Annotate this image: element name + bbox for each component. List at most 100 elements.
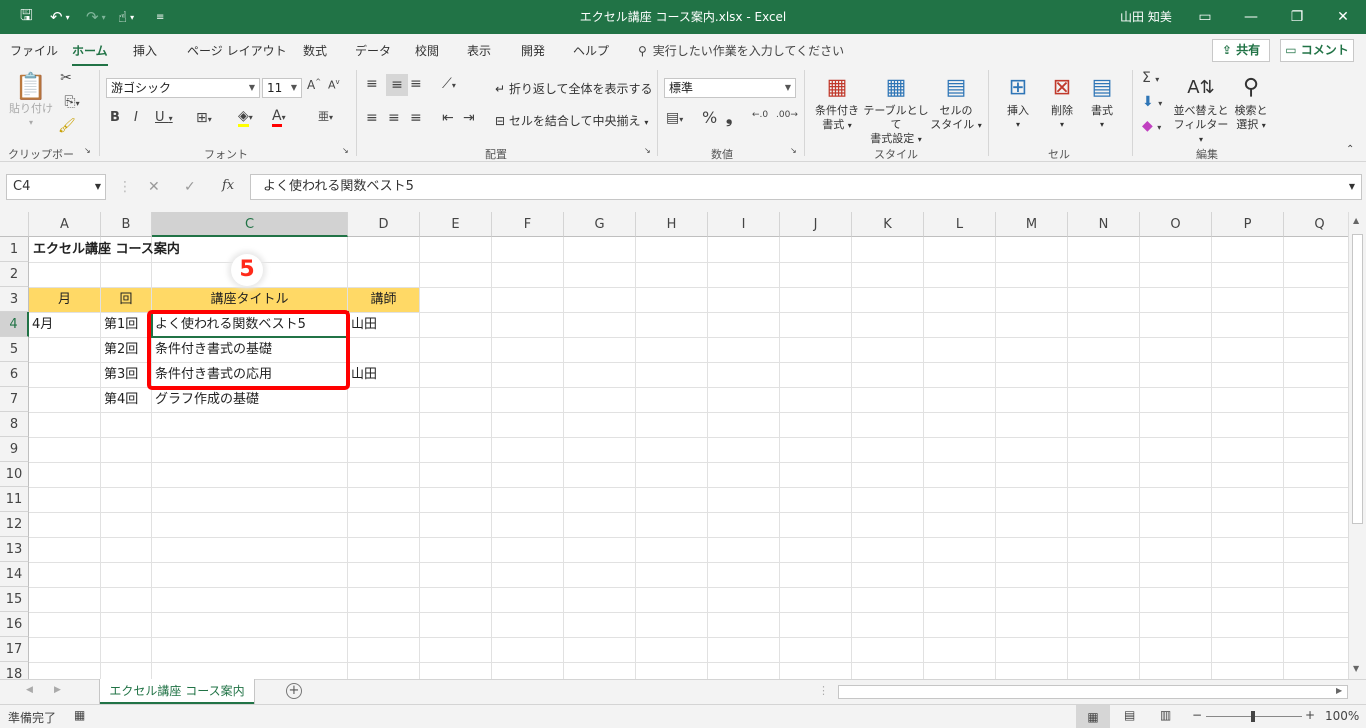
row-header[interactable]: 12 (0, 512, 29, 537)
close-button[interactable]: ✕ (1320, 0, 1366, 34)
horizontal-scrollbar[interactable] (838, 685, 1348, 699)
column-header-i[interactable]: I (708, 212, 780, 237)
page-break-view-icon[interactable]: ▥ (1160, 708, 1171, 722)
row-header[interactable]: 2 (0, 262, 29, 287)
column-header-a[interactable]: A (29, 212, 101, 237)
font-launcher-icon[interactable]: ↘ (342, 146, 349, 155)
column-header-e[interactable]: E (420, 212, 492, 237)
zoom-level[interactable]: 100% (1325, 709, 1359, 723)
column-header-g[interactable]: G (564, 212, 636, 237)
align-bottom-icon[interactable]: ≡ (410, 76, 422, 92)
align-center-icon[interactable]: ≡ (388, 110, 400, 126)
tell-me-search[interactable]: ⚲ 実行したい作業を入力してください (638, 42, 844, 59)
row-header[interactable]: 3 (0, 287, 29, 312)
cell-a1[interactable]: エクセル講座 コース案内 (30, 238, 180, 262)
clipboard-launcher-icon[interactable]: ↘ (84, 146, 91, 155)
column-header-d[interactable]: D (348, 212, 420, 237)
scroll-right-icon[interactable]: ▶ (1336, 686, 1342, 695)
increase-decimal-icon[interactable]: ←.0 (752, 110, 768, 120)
user-name[interactable]: 山田 知美 (1120, 8, 1172, 25)
tab-insert[interactable]: 挿入 (133, 42, 157, 59)
column-header-m[interactable]: M (996, 212, 1068, 237)
vertical-scrollbar[interactable]: ▲ ▼ (1348, 212, 1366, 679)
add-sheet-icon[interactable]: + (286, 683, 302, 699)
row-header[interactable]: 9 (0, 437, 29, 462)
worksheet-grid[interactable]: A B C D E F G H I J K L M N O P Q 1 2 3 … (0, 212, 1348, 679)
column-header-l[interactable]: L (924, 212, 996, 237)
normal-view-icon[interactable]: ▦ (1076, 705, 1110, 728)
font-color-icon[interactable]: A▾ (272, 108, 286, 127)
customize-qat-icon[interactable]: ≡ (156, 0, 164, 34)
vertical-scroll-thumb[interactable] (1352, 234, 1363, 524)
select-all-corner[interactable] (0, 212, 29, 237)
comment-button[interactable]: ▭ コメント (1280, 39, 1354, 62)
insert-cells-button[interactable]: ⊞ 挿入 ▾ (996, 72, 1040, 132)
conditional-format-button[interactable]: ▦ 条件付き 書式 ▾ (810, 72, 864, 133)
minimize-button[interactable]: — (1228, 0, 1274, 34)
currency-icon[interactable]: ▤▾ (666, 110, 683, 126)
number-format-select[interactable]: 標準 ▼ (664, 78, 796, 98)
tab-file[interactable]: ファイル (10, 42, 58, 59)
increase-font-icon[interactable]: A^ (307, 78, 321, 92)
fill-color-icon[interactable]: ◈▾ (238, 108, 253, 127)
tab-formulas[interactable]: 数式 (303, 42, 327, 59)
name-box[interactable]: C4 ▼ (6, 174, 106, 200)
row-header[interactable]: 7 (0, 387, 29, 412)
increase-indent-icon[interactable]: ⇥ (463, 110, 475, 126)
touch-mode-icon[interactable]: ☝ ▾ (118, 0, 134, 34)
cell-b6[interactable]: 第3回 (101, 363, 138, 387)
decrease-indent-icon[interactable]: ⇤ (442, 110, 454, 126)
row-header[interactable]: 13 (0, 537, 29, 562)
copy-icon[interactable]: ⎘▾ (58, 94, 86, 110)
cell-b5[interactable]: 第2回 (101, 338, 138, 362)
tab-home[interactable]: ホーム (72, 42, 108, 67)
clear-icon[interactable]: ◆ ▾ (1142, 118, 1161, 134)
zoom-out-icon[interactable]: − (1192, 708, 1202, 722)
percent-icon[interactable]: % (702, 108, 717, 127)
restore-button[interactable]: ❐ (1274, 0, 1320, 34)
macro-record-icon[interactable]: ▦ (74, 708, 85, 722)
paste-button[interactable]: 📋 貼り付け ▾ (8, 72, 54, 130)
bold-icon[interactable]: B (110, 110, 120, 125)
decrease-font-icon[interactable]: Av (328, 78, 340, 92)
column-header-b[interactable]: B (101, 212, 152, 237)
sheet-tab[interactable]: エクセル講座 コース案内 (100, 679, 254, 705)
tab-data[interactable]: データ (355, 42, 391, 59)
row-header[interactable]: 15 (0, 587, 29, 612)
cell-a4[interactable]: 4月 (29, 313, 53, 337)
cell-a3[interactable]: 月 (29, 288, 100, 312)
save-icon[interactable]: 🖫 (20, 0, 33, 34)
cell-b4[interactable]: 第1回 (101, 313, 138, 337)
undo-icon[interactable]: ↶ ▾ (50, 0, 70, 34)
column-header-n[interactable]: N (1068, 212, 1140, 237)
row-header[interactable]: 17 (0, 637, 29, 662)
tab-developer[interactable]: 開発 (521, 42, 545, 59)
row-header[interactable]: 8 (0, 412, 29, 437)
column-header-c[interactable]: C (152, 212, 348, 237)
cell-b3[interactable]: 回 (101, 288, 151, 312)
share-button[interactable]: ⇪ 共有 (1212, 39, 1270, 62)
cell-d4[interactable]: 山田 (348, 313, 377, 337)
collapse-ribbon-icon[interactable]: ⌃ (1346, 144, 1354, 155)
column-header-h[interactable]: H (636, 212, 708, 237)
column-header-j[interactable]: J (780, 212, 852, 237)
decrease-decimal-icon[interactable]: .00→ (776, 110, 798, 120)
italic-icon[interactable]: I (134, 110, 138, 125)
cell-c7[interactable]: グラフ作成の基礎 (152, 388, 259, 412)
sort-filter-button[interactable]: A⇅ 並べ替えと フィルター ▾ (1172, 72, 1230, 147)
column-header-p[interactable]: P (1212, 212, 1284, 237)
tab-review[interactable]: 校閲 (415, 42, 439, 59)
row-header[interactable]: 5 (0, 337, 29, 362)
scroll-down-icon[interactable]: ▼ (1353, 664, 1359, 673)
column-header-k[interactable]: K (852, 212, 924, 237)
tab-page-layout[interactable]: ページ レイアウト (187, 42, 287, 59)
zoom-in-icon[interactable]: + (1305, 708, 1315, 722)
fill-icon[interactable]: ⬇ ▾ (1142, 94, 1162, 110)
column-header-q[interactable]: Q (1284, 212, 1348, 237)
align-middle-icon[interactable]: ≡ (386, 74, 408, 96)
comma-icon[interactable]: ❟ (726, 108, 732, 128)
enter-icon[interactable]: ✓ (184, 179, 196, 195)
tab-help[interactable]: ヘルプ (573, 42, 609, 59)
align-right-icon[interactable]: ≡ (410, 110, 422, 126)
cell-styles-button[interactable]: ▤ セルの スタイル ▾ (930, 72, 982, 133)
